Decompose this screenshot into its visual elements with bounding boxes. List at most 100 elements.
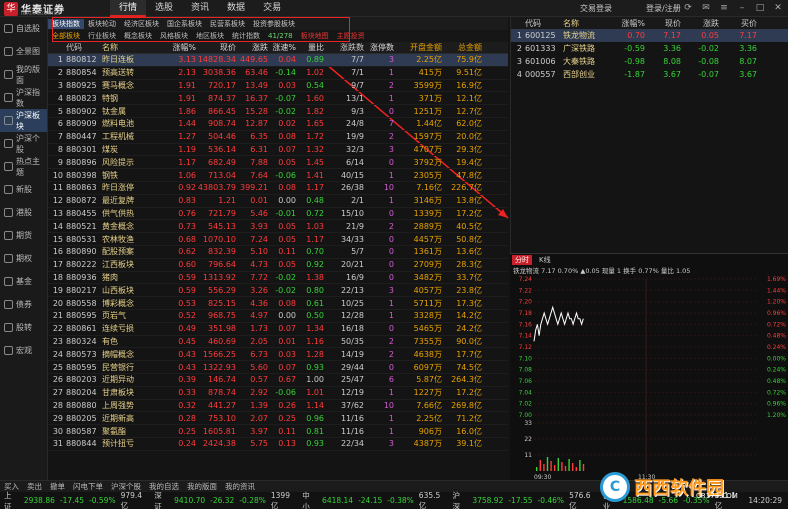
table-row[interactable]: 28 880880 上周强势 0.32 441.27 1.39 0.26 1.14 37/62 1… [48,400,508,413]
tab-sector-index[interactable]: 板块指数 [48,18,84,29]
filter-industry[interactable]: 行业板块 [84,31,120,41]
speed: 0.07 [278,362,296,372]
table-row[interactable]: 16 880890 配股预案 0.62 832.39 5.10 0.11 0.70 5/7 0 13… [48,246,508,259]
tab-kline[interactable]: K线 [536,255,554,265]
tab-intraday[interactable]: 分时 [512,254,532,265]
table-row[interactable]: 11 880863 昨日涨停 0.92 43803.79 399.21 0.08 1.17 26… [48,182,508,195]
tab-private[interactable]: 民营系板块 [206,19,249,29]
menu-news[interactable]: 资讯 [182,0,218,17]
nav-funds[interactable]: 基金 [0,270,47,293]
table-row[interactable]: 27 880204 甘肃板块 0.33 878.74 2.92 -0.06 1.01 12/19… [48,387,508,400]
table-row[interactable]: 3 880925 赛马概念 1.91 720.17 13.49 0.03 0.54 9/7 2 35… [48,80,508,93]
menu-trade[interactable]: 交易 [254,0,290,17]
nav-options[interactable]: 期权 [0,247,47,270]
constituent-row[interactable]: 3 601006 大秦铁路 -0.98 8.08 -0.08 8.07 [511,55,788,68]
tab-sector-rotation[interactable]: 板块轮动 [84,19,120,29]
nav-ipo[interactable]: 新股 [0,178,47,201]
table-row[interactable]: 8 880301 煤炭 1.19 536.14 6.31 0.07 1.32 32/3 3 4707… [48,144,508,157]
table-row[interactable]: 9 880896 风险提示 1.17 682.49 7.88 0.05 1.45 6/14 0 37… [48,156,508,170]
trade-login-button[interactable]: 交易登录 [580,3,612,14]
table-row[interactable]: 4 880823 特钢 1.91 874.37 16.37 -0.07 1.60 13/1 1 37… [48,92,508,106]
limit-up-count: 1 [388,68,394,78]
minimize-icon[interactable]: – [736,1,748,15]
table-row[interactable]: 18 880936 猪肉 0.59 1313.92 7.72 -0.02 1.38 16/9 0 3… [48,272,508,285]
sz-label[interactable]: 深证 [154,490,169,509]
nav-hk[interactable]: 港股 [0,201,47,224]
menu-quotes[interactable]: 行情 [110,0,147,17]
table-row[interactable]: 1 880812 昨日连板 3.13 14828.34 449.65 0.04 0.89 7/7… [48,54,508,67]
tab-economic-zone[interactable]: 经济区板块 [120,19,163,29]
menu-icon[interactable]: ≡ [718,1,730,15]
price: 1566.25 [202,349,236,359]
table-row[interactable]: 12 880872 最近复牌 0.83 1.21 0.01 0.00 0.48 2/1 1 3146… [48,195,508,208]
filter-style[interactable]: 风格板块 [156,31,192,41]
bond-icon [4,300,13,309]
open-amount: 3146万 [413,196,442,206]
table-row[interactable]: 30 880587 聚氨酯 0.25 1605.81 3.97 0.11 0.81 11/16 1… [48,425,508,438]
table-row[interactable]: 24 880573 摘帽概念 0.43 1566.25 6.73 0.03 1.28 14/19… [48,348,508,362]
table-row[interactable]: 15 880531 农林牧渔 0.68 1070.10 7.24 0.05 1.17 34/33… [48,233,508,246]
layout-icon [4,70,13,79]
flash-order-button[interactable]: 闪电下单 [73,481,103,492]
layout-shortcut[interactable]: 我的版面 [187,481,217,492]
sh-label[interactable]: 上证 [4,490,19,509]
filter-region[interactable]: 地区板块 [192,31,228,41]
zx-label[interactable]: 中小 [302,490,317,509]
table-row[interactable]: 20 880558 博彩概念 0.53 825.15 4.36 0.08 0.61 10/25 1… [48,297,508,310]
table-row[interactable]: 10 880398 钢铁 1.06 713.04 7.64 -0.06 1.41 40/15 1 2… [48,169,508,182]
speed: 0.25 [278,413,296,423]
nav-neeq[interactable]: 股转 [0,316,47,339]
table-row[interactable]: 31 880844 预计扭亏 0.24 2424.38 5.75 0.13 0.93 22/34… [48,438,508,451]
nav-sectors[interactable]: 沪深板块 [0,109,47,132]
table-row[interactable]: 26 880203 近期异动 0.39 146.74 0.57 0.67 1.00 25/47 6… [48,374,508,387]
nav-stocks[interactable]: 沪深个股 [0,132,47,155]
refresh-icon[interactable]: ⟳ [682,1,694,15]
filter-concept[interactable]: 概念板块 [120,31,156,41]
table-row[interactable]: 6 880909 燃料电池 1.44 908.74 12.87 0.02 1.65 24/8 7 1… [48,118,508,131]
table-row[interactable]: 13 880455 供气供热 0.76 721.79 5.46 -0.01 0.72 15/10… [48,208,508,221]
nav-my-layout[interactable]: 我的版面 [0,63,47,86]
nav-watchlist[interactable]: 自选股 [0,17,47,40]
theme-invest-link[interactable]: 主题投资 [333,31,369,41]
table-row[interactable]: 17 880222 江西板块 0.60 796.64 4.73 0.05 0.92 20/21 0… [48,259,508,272]
volume-bar [582,464,585,471]
table-row[interactable]: 7 880447 工程机械 1.27 504.46 6.35 0.08 1.72 19/9 2 15… [48,131,508,144]
nav-panorama[interactable]: 全景图 [0,40,47,63]
maximize-icon[interactable]: □ [754,1,766,15]
nav-hot-topics[interactable]: 热点主题 [0,155,47,178]
menu-stock-pick[interactable]: 选股 [146,0,182,17]
cancel-order-button[interactable]: 撤单 [50,481,65,492]
tab-soe[interactable]: 国企系板块 [163,19,206,29]
table-row[interactable]: 2 880854 预高送转 2.13 3038.36 63.46 -0.14 1.02 7/1 1… [48,67,508,80]
table-row[interactable]: 29 880205 近期新高 0.28 753.10 2.07 0.25 0.96 11/16 1… [48,412,508,426]
filter-stat[interactable]: 统计指数 [228,31,264,41]
mail-icon[interactable]: ✉ [700,1,712,15]
table-row[interactable]: 21 880595 页岩气 0.52 968.75 4.97 0.00 0.50 12/28 1 3… [48,310,508,323]
filter-all[interactable]: 全部板块 [48,31,84,41]
volume-ratio: 1.17 [306,234,324,244]
sector-map-link[interactable]: 板块地图 [297,31,333,41]
constituent-row[interactable]: 2 601333 广深铁路 -0.59 3.36 -0.02 3.36 [511,42,788,55]
table-row[interactable]: 14 880521 黄金概念 0.73 545.13 3.93 0.05 1.03 21/9 2 2… [48,220,508,234]
table-row[interactable]: 5 880902 钛金属 1.86 866.45 15.28 -0.02 1.82 9/3 0 12… [48,105,508,118]
table-row[interactable]: 19 880217 山西板块 0.59 556.29 3.26 -0.02 0.80 22/13… [48,284,508,298]
constituent-row[interactable]: 1 600125 铁龙物流 0.70 7.17 0.05 7.17 [511,29,788,42]
table-row[interactable]: 25 880595 民营银行 0.43 1322.93 5.60 0.07 0.93 29/44… [48,361,508,374]
nav-bonds[interactable]: 债券 [0,293,47,316]
table-row[interactable]: 22 880861 连续亏损 0.49 351.98 1.73 0.07 1.34 16/18 0… [48,323,508,336]
change: 3.26 [250,285,268,295]
news-shortcut[interactable]: 我的资讯 [225,481,255,492]
hs-label[interactable]: 沪深 [452,490,467,509]
nav-futures[interactable]: 期货 [0,224,47,247]
user-login-button[interactable]: 登录/注册 [646,3,681,14]
menu-data[interactable]: 数据 [218,0,254,17]
stock-icon [4,139,13,148]
close-icon[interactable]: ✕ [772,1,784,15]
sell-button[interactable]: 卖出 [27,481,42,492]
nav-index[interactable]: 沪深指数 [0,86,47,109]
table-row[interactable]: 23 880324 有色 0.45 460.69 2.05 0.01 1.16 50/35 2 73… [48,336,508,349]
tab-investment[interactable]: 投资参股板块 [249,19,299,29]
constituent-row[interactable]: 4 000557 西部创业 -1.87 3.67 -0.07 3.67 [511,68,788,81]
nav-macro[interactable]: 宏观 [0,339,47,362]
sector-code: 880222 [66,260,97,270]
